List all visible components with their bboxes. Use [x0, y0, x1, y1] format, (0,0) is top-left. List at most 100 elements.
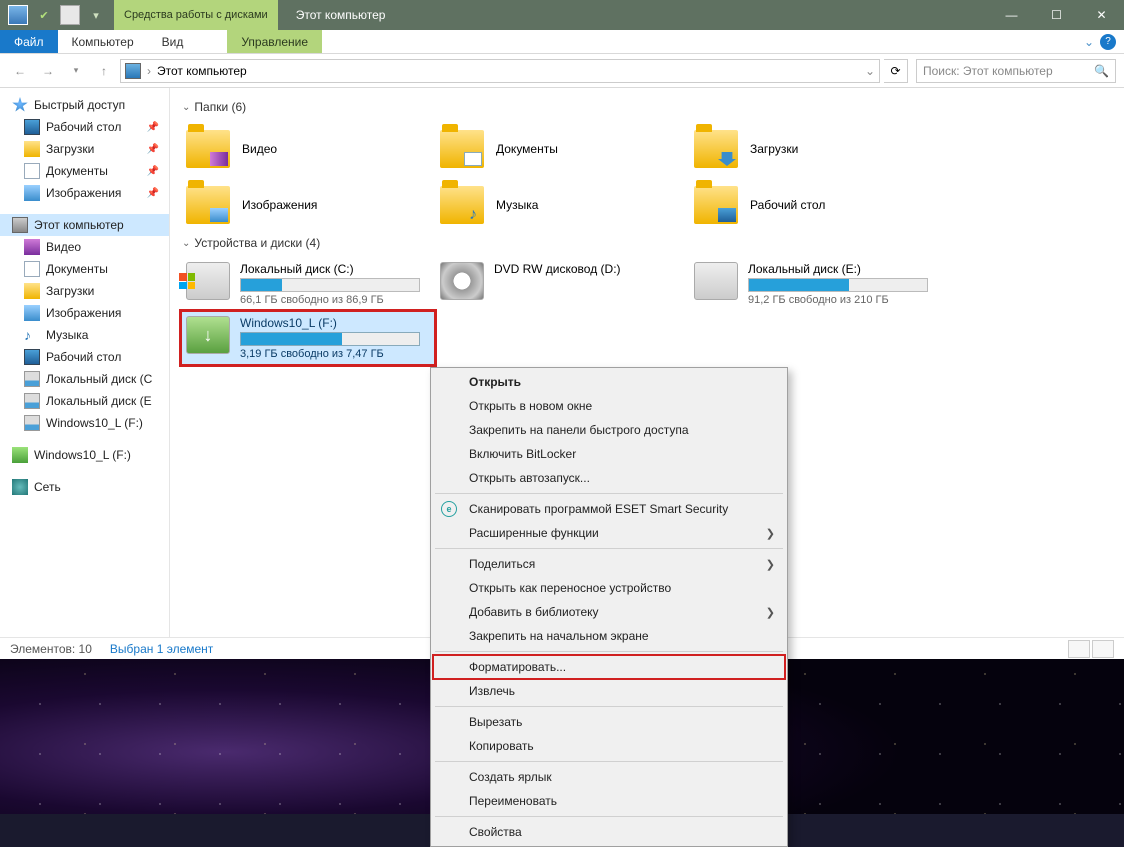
nav-desktop2[interactable]: Рабочий стол	[0, 346, 169, 368]
drive-free-text: 66,1 ГБ свободно из 86,9 ГБ	[240, 294, 430, 306]
nav-documents[interactable]: Документы📌	[0, 160, 169, 182]
menu-eject[interactable]: Извлечь	[433, 679, 785, 703]
drive-f-selected[interactable]: ↓ Windows10_L (F:) 3,19 ГБ свободно из 7…	[182, 312, 434, 364]
folder-documents[interactable]: Документы	[436, 122, 688, 176]
menu-create-shortcut[interactable]: Создать ярлык	[433, 765, 785, 789]
menu-share[interactable]: Поделиться❯	[433, 552, 785, 576]
qat-check-icon[interactable]: ✔	[34, 5, 54, 25]
back-button[interactable]: ←	[8, 59, 32, 83]
search-icon: 🔍	[1094, 64, 1109, 78]
drive-free-text: 3,19 ГБ свободно из 7,47 ГБ	[240, 348, 430, 360]
quick-access-toolbar: ✔ ▾	[0, 5, 114, 25]
submenu-arrow-icon: ❯	[766, 527, 775, 540]
nav-desktop[interactable]: Рабочий стол📌	[0, 116, 169, 138]
nav-network[interactable]: Сеть	[0, 476, 169, 498]
menu-separator	[435, 493, 783, 494]
nav-disk-e[interactable]: Локальный диск (E	[0, 390, 169, 412]
nav-music[interactable]: ♪Музыка	[0, 324, 169, 346]
nav-quick-access[interactable]: Быстрый доступ	[0, 94, 169, 116]
ribbon-expand-icon[interactable]: ⌄	[1084, 35, 1094, 49]
window-controls: — ☐ ✕	[989, 0, 1124, 30]
nav-downloads2[interactable]: Загрузки	[0, 280, 169, 302]
folder-video[interactable]: Видео	[182, 122, 434, 176]
breadcrumb-sep: ›	[147, 64, 151, 78]
refresh-button[interactable]: ⟳	[884, 59, 908, 83]
drive-c[interactable]: Локальный диск (C:) 66,1 ГБ свободно из …	[182, 258, 434, 310]
section-drives[interactable]: ⌄Устройства и диски (4)	[182, 236, 1112, 250]
navbar: ← → ▾ ↑ › Этот компьютер ⌄ ⟳ Поиск: Этот…	[0, 54, 1124, 88]
nav-pictures[interactable]: Изображения📌	[0, 182, 169, 204]
menu-add-library[interactable]: Добавить в библиотеку❯	[433, 600, 785, 624]
menu-separator	[435, 548, 783, 549]
menu-separator	[435, 651, 783, 652]
nav-disk-c[interactable]: Локальный диск (C	[0, 368, 169, 390]
ribbon-tab-computer[interactable]: Компьютер	[58, 30, 148, 53]
menu-portable-device[interactable]: Открыть как переносное устройство	[433, 576, 785, 600]
dvd-icon	[440, 262, 484, 300]
nav-pictures2[interactable]: Изображения	[0, 302, 169, 324]
address-bar[interactable]: › Этот компьютер ⌄	[120, 59, 880, 83]
eset-icon: e	[441, 501, 457, 517]
menu-open[interactable]: Открыть	[433, 370, 785, 394]
nav-downloads[interactable]: Загрузки📌	[0, 138, 169, 160]
ribbon-tab-manage[interactable]: Управление	[227, 30, 322, 53]
search-input[interactable]: Поиск: Этот компьютер 🔍	[916, 59, 1116, 83]
menu-separator	[435, 706, 783, 707]
forward-button[interactable]: →	[36, 59, 60, 83]
menu-cut[interactable]: Вырезать	[433, 710, 785, 734]
chevron-down-icon: ⌄	[182, 238, 190, 249]
window-title: Этот компьютер	[296, 8, 386, 22]
ribbon: Файл Компьютер Вид Управление ⌄ ?	[0, 30, 1124, 54]
status-selection: Выбран 1 элемент	[110, 642, 213, 656]
address-dropdown-icon[interactable]: ⌄	[865, 64, 875, 78]
drive-label: DVD RW дисковод (D:)	[494, 262, 684, 276]
ribbon-tab-view[interactable]: Вид	[148, 30, 198, 53]
menu-pin-quick-access[interactable]: Закрепить на панели быстрого доступа	[433, 418, 785, 442]
nav-video[interactable]: Видео	[0, 236, 169, 258]
pc-icon	[125, 63, 141, 79]
view-large-button[interactable]	[1092, 640, 1114, 658]
status-count: Элементов: 10	[10, 642, 92, 656]
usb-icon: ↓	[186, 316, 230, 354]
nav-this-pc[interactable]: Этот компьютер	[0, 214, 169, 236]
drive-dvd[interactable]: DVD RW дисковод (D:)	[436, 258, 688, 310]
nav-usb-f2[interactable]: Windows10_L (F:)	[0, 444, 169, 466]
nav-usb-f[interactable]: Windows10_L (F:)	[0, 412, 169, 434]
menu-rename[interactable]: Переименовать	[433, 789, 785, 813]
menu-properties[interactable]: Свойства	[433, 820, 785, 844]
qat-new-folder-icon[interactable]	[60, 5, 80, 25]
menu-open-new-window[interactable]: Открыть в новом окне	[433, 394, 785, 418]
menu-separator	[435, 816, 783, 817]
menu-format[interactable]: Форматировать...	[433, 655, 785, 679]
folder-downloads[interactable]: Загрузки	[690, 122, 942, 176]
menu-copy[interactable]: Копировать	[433, 734, 785, 758]
view-details-button[interactable]	[1068, 640, 1090, 658]
nav-documents2[interactable]: Документы	[0, 258, 169, 280]
qat-dropdown-icon[interactable]: ▾	[86, 5, 106, 25]
drive-bar	[240, 278, 420, 292]
ribbon-tab-file[interactable]: Файл	[0, 30, 58, 53]
close-button[interactable]: ✕	[1079, 0, 1124, 30]
context-menu: Открыть Открыть в новом окне Закрепить н…	[430, 367, 788, 847]
help-icon[interactable]: ?	[1100, 34, 1116, 50]
drive-e[interactable]: Локальный диск (E:) 91,2 ГБ свободно из …	[690, 258, 942, 310]
up-button[interactable]: ↑	[92, 59, 116, 83]
drive-label: Локальный диск (E:)	[748, 262, 938, 276]
menu-advanced[interactable]: Расширенные функции❯	[433, 521, 785, 545]
maximize-button[interactable]: ☐	[1034, 0, 1079, 30]
ribbon-right: ⌄ ?	[1084, 30, 1124, 53]
menu-autoplay[interactable]: Открыть автозапуск...	[433, 466, 785, 490]
menu-eset-scan[interactable]: eСканировать программой ESET Smart Secur…	[433, 497, 785, 521]
breadcrumb[interactable]: Этот компьютер	[157, 64, 247, 78]
folder-music[interactable]: ♪Музыка	[436, 178, 688, 232]
minimize-button[interactable]: —	[989, 0, 1034, 30]
menu-bitlocker[interactable]: Включить BitLocker	[433, 442, 785, 466]
folder-desktop[interactable]: Рабочий стол	[690, 178, 942, 232]
drive-label: Windows10_L (F:)	[240, 316, 430, 330]
qat-properties-icon[interactable]	[8, 5, 28, 25]
menu-separator	[435, 761, 783, 762]
section-folders[interactable]: ⌄Папки (6)	[182, 100, 1112, 114]
menu-pin-start[interactable]: Закрепить на начальном экране	[433, 624, 785, 648]
folder-pictures[interactable]: Изображения	[182, 178, 434, 232]
recent-dropdown[interactable]: ▾	[64, 59, 88, 83]
